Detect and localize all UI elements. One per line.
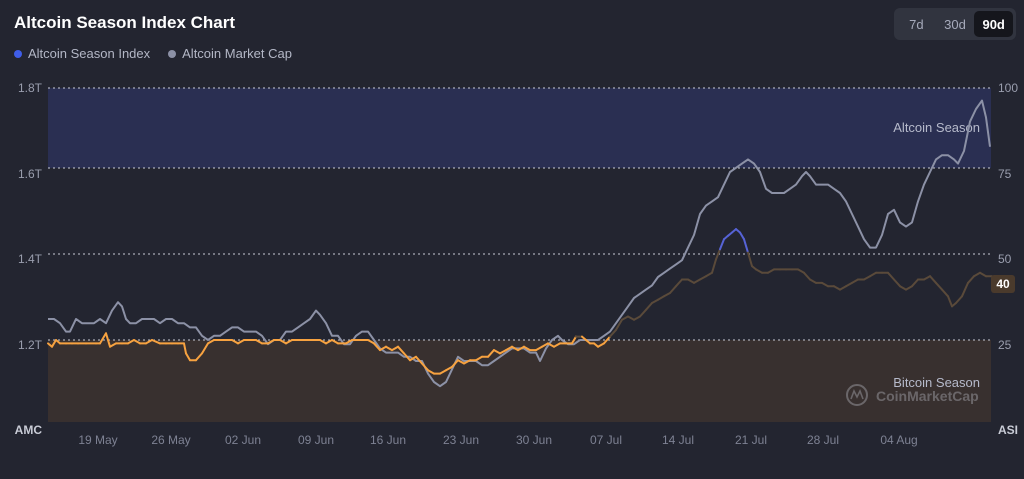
watermark-text: CoinMarketCap [876, 388, 979, 404]
altcoin-season-band [48, 88, 991, 168]
altcoin-season-index-segment [979, 271, 987, 278]
altcoin-season-index-segment [699, 275, 707, 281]
altcoin-season-index-segment [973, 271, 981, 278]
altcoin-season-index-segment [645, 302, 653, 311]
altcoin-season-index-segment [675, 278, 683, 288]
x-tick-26-may: 26 May [151, 433, 190, 447]
altcoin-season-index-segment [633, 315, 641, 321]
x-tick-28-jul: 28 Jul [807, 433, 839, 447]
altcoin-season-index-segment [955, 295, 963, 304]
altcoin-season-index-segment [705, 271, 713, 278]
altcoin-season-index-segment [863, 275, 871, 281]
altcoin-season-index-segment [687, 278, 695, 284]
altcoin-season-index-segment [869, 271, 877, 278]
current-value-badge: 40 [991, 275, 1015, 293]
x-tick-09-jun: 09 Jun [298, 433, 334, 447]
x-tick-16-jun: 16 Jun [370, 433, 406, 447]
right-tick-100: 100 [998, 81, 1018, 95]
current-value-label: 40 [996, 277, 1010, 291]
altcoin-season-index-segment [935, 281, 943, 291]
altcoin-season-index-segment [797, 268, 805, 274]
altcoin-season-index-segment [693, 278, 701, 284]
right-tick-25: 25 [998, 338, 1012, 352]
altcoin-season-index-segment [747, 251, 753, 268]
altcoin-season-index-segment [893, 278, 901, 288]
altcoin-season-index-segment [739, 231, 745, 241]
x-tick-04-aug: 04 Aug [880, 433, 917, 447]
x-tick-07-jul: 07 Jul [590, 433, 622, 447]
altcoin-season-index-segment [833, 285, 841, 291]
bitcoin-season-band [48, 340, 991, 422]
altcoin-season-index-segment [711, 258, 717, 274]
altcoin-season-index-segment [911, 278, 919, 288]
left-axis-label: AMC [15, 423, 43, 437]
altcoin-season-index-segment [651, 298, 659, 304]
left-tick-1-6t: 1.6T [18, 167, 43, 181]
altcoin-season-index-segment [663, 292, 671, 298]
altcoin-season-chart: 1.8T 1.6T 1.4T 1.2T AMC 100 75 50 25 ASI… [15, 81, 1019, 447]
altcoin-season-index-segment [899, 285, 907, 291]
right-tick-50: 50 [998, 252, 1012, 266]
altcoin-season-index-segment [905, 285, 913, 291]
x-tick-30-jun: 30 Jun [516, 433, 552, 447]
altcoin-season-index-segment [639, 308, 647, 318]
altcoin-season-index-segment [621, 315, 629, 321]
x-tick-19-may: 19 May [78, 433, 117, 447]
altcoin-season-index-segment [657, 295, 665, 301]
left-tick-1-8t: 1.8T [18, 81, 43, 95]
altcoin-season-index-segment [929, 275, 937, 284]
x-tick-14-jul: 14 Jul [662, 433, 694, 447]
altcoin-season-index-segment [767, 268, 775, 274]
right-tick-75: 75 [998, 167, 1012, 181]
x-tick-23-jun: 23 Jun [443, 433, 479, 447]
altcoin-season-index-segment [755, 268, 763, 274]
altcoin-season-index-segment [803, 271, 811, 281]
altcoin-season-index-segment [743, 238, 749, 254]
altcoin-season-index-segment [719, 238, 725, 251]
left-tick-1-2t: 1.2T [18, 338, 43, 352]
altcoin-season-index-segment [923, 275, 931, 281]
altcoin-season-index-segment [809, 278, 817, 284]
altcoin-season-index-segment [961, 281, 969, 298]
x-tick-21-jul: 21 Jul [735, 433, 767, 447]
altcoin-season-index-segment [845, 281, 853, 288]
altcoin-season-index-segment [669, 285, 677, 294]
x-tick-02-jun: 02 Jun [225, 433, 261, 447]
altcoin-season-index-segment [887, 271, 895, 281]
altcoin-season-index-segment [851, 278, 859, 284]
altcoin-season-index-segment [839, 285, 847, 291]
altcoin-season-index-segment [821, 281, 829, 288]
left-tick-1-4t: 1.4T [18, 252, 43, 266]
altcoin-season-index-segment [627, 315, 635, 321]
right-axis-label: ASI [998, 423, 1018, 437]
altcoin-season-index-segment [947, 295, 953, 308]
altcoin-season-index-segment [967, 275, 975, 284]
altcoin-season-index-segment [941, 288, 949, 298]
